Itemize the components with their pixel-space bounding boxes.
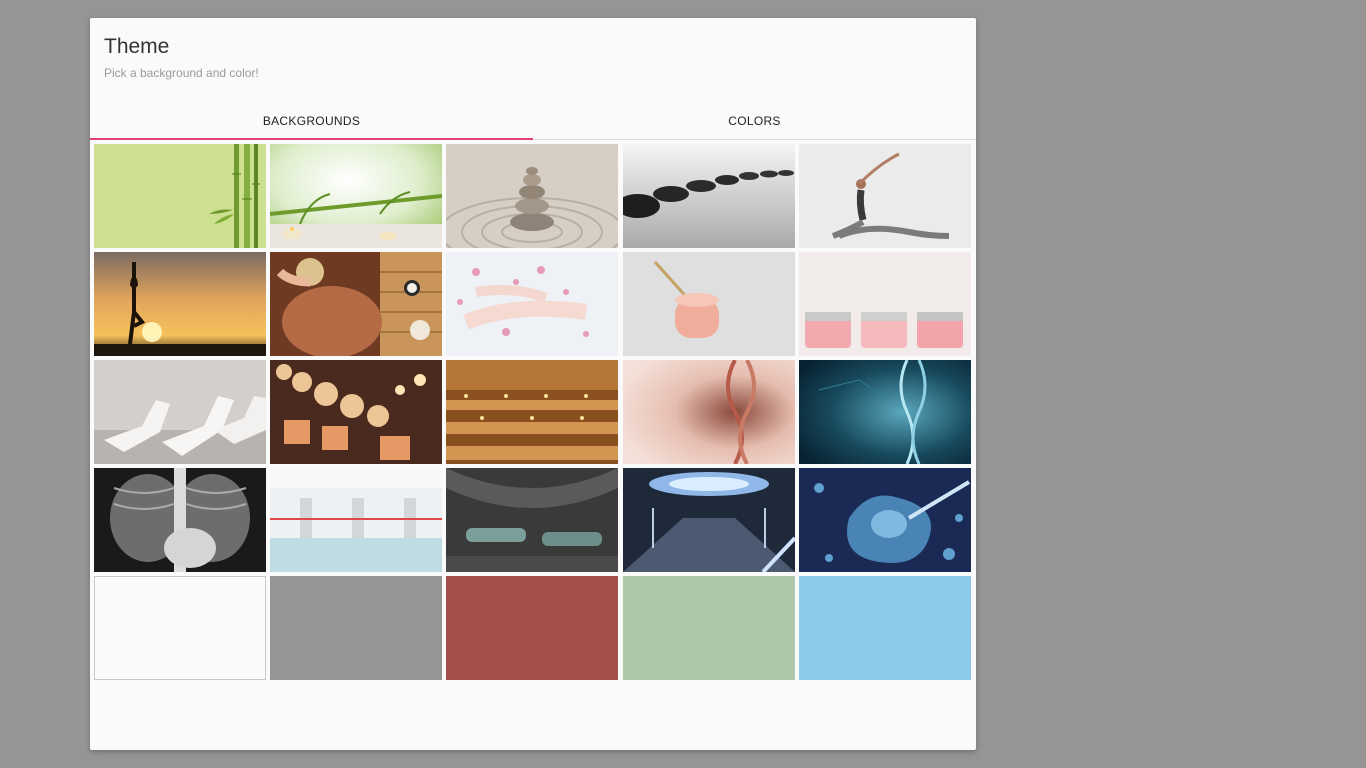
background-tile-flower-bath-feet[interactable] [446,252,618,356]
background-tile-black-pebbles-water[interactable] [623,144,795,248]
tab-bar: BACKGROUNDS COLORS [90,102,976,140]
background-tile-white-spa-loungers[interactable] [94,360,266,464]
background-tile-pink-salt-jars[interactable] [799,252,971,356]
tab-backgrounds-label: BACKGROUNDS [262,114,361,128]
background-tile-cell-injection[interactable] [799,468,971,572]
background-tile-solid-sky-blue[interactable] [799,576,971,680]
background-tile-candles-row[interactable] [270,360,442,464]
background-tile-solid-red[interactable] [446,576,618,680]
background-tile-yoga-sunset-silhouette[interactable] [94,252,266,356]
background-tile-pink-cream-jar[interactable] [623,252,795,356]
active-tab-indicator [90,138,533,140]
background-tile-hospital-ward[interactable] [270,468,442,572]
dialog-subtitle: Pick a background and color! [104,66,259,80]
background-tile-dna-pink[interactable] [623,360,795,464]
background-tile-sci-fi-lab[interactable] [623,468,795,572]
background-tile-chest-xray[interactable] [94,468,266,572]
background-tile-yoga-woman-stretch[interactable] [799,144,971,248]
background-tile-futuristic-capsule-room[interactable] [446,468,618,572]
background-tile-bamboo-candles[interactable] [270,144,442,248]
background-tile-zen-stones-sand[interactable] [446,144,618,248]
background-tile-solid-gray[interactable] [270,576,442,680]
background-tile-dna-blue[interactable] [799,360,971,464]
background-tile-wooden-sauna[interactable] [446,360,618,464]
tab-colors[interactable]: COLORS [533,102,976,140]
background-tile-back-massage[interactable] [270,252,442,356]
background-tile-bamboo-green[interactable] [94,144,266,248]
background-tile-solid-sage[interactable] [623,576,795,680]
background-tile-solid-white[interactable] [94,576,266,680]
tab-colors-label: COLORS [728,114,781,128]
dialog-title: Theme [104,35,170,58]
tab-backgrounds[interactable]: BACKGROUNDS [90,102,533,140]
theme-dialog: Theme Pick a background and color! BACKG… [90,18,976,750]
